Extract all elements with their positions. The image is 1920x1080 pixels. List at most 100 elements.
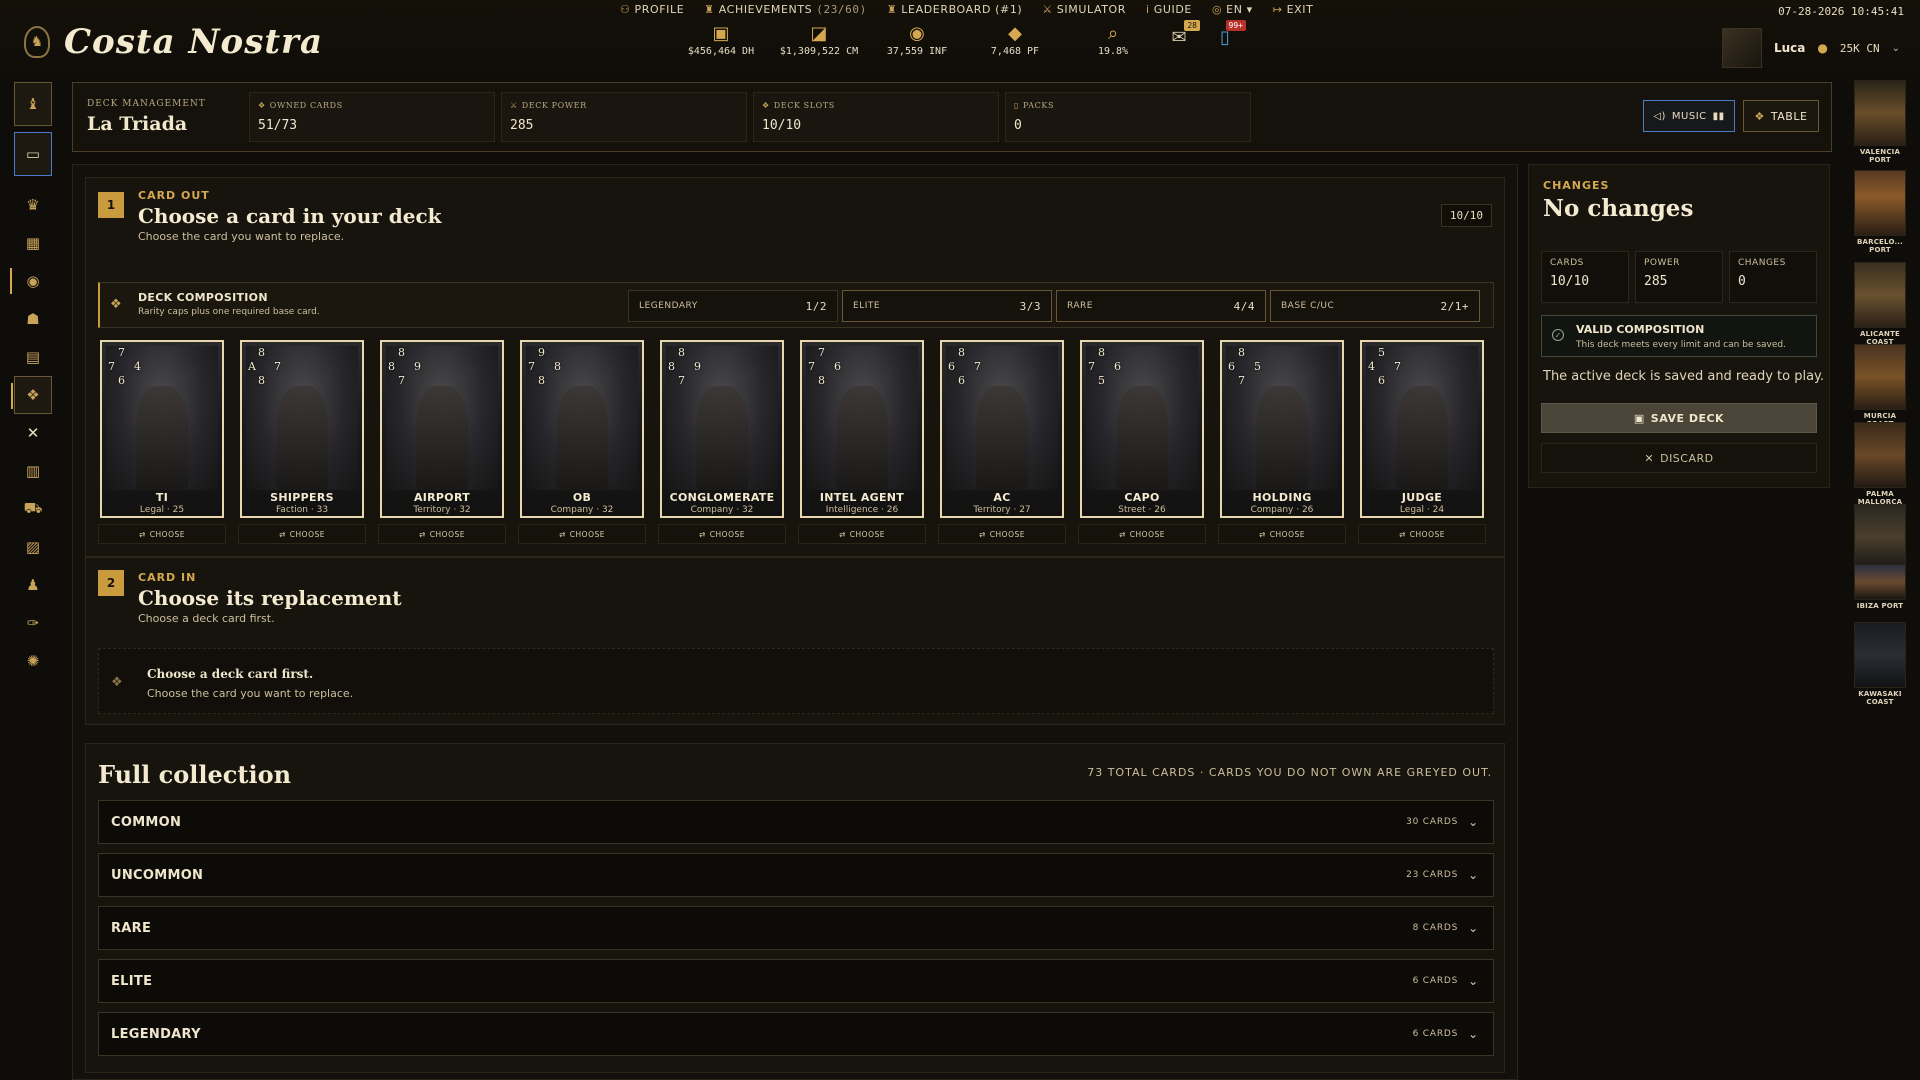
nav-guide[interactable]: ⅰ GUIDE — [1146, 3, 1192, 16]
rarity-row-elite[interactable]: ELITE 6 CARDS ⌄ — [98, 959, 1494, 1003]
music-button[interactable]: ◁) MUSIC ▮▮ — [1643, 100, 1735, 132]
choose-card-button[interactable]: ⇄ CHOOSE — [98, 524, 226, 544]
stat-label: OWNED CARDS — [269, 101, 343, 110]
cap-elite: ELITE 3/3 — [842, 290, 1052, 322]
card-name: OB — [572, 491, 592, 504]
resource-influence[interactable]: ◉ 37,559 INF — [868, 24, 966, 58]
resource-dirty-cash[interactable]: ▣ $456,464 DH — [672, 24, 770, 58]
card-in-subtitle: Choose a deck card first. — [138, 612, 275, 625]
choose-card-button[interactable]: ⇄ CHOOSE — [658, 524, 786, 544]
deck-card[interactable]: 5 4 7 6 JUDGE Legal · 24 — [1360, 340, 1484, 518]
deck-card[interactable]: 8 6 7 6 AC Territory · 27 — [940, 340, 1064, 518]
rarity-row-rare[interactable]: RARE 8 CARDS ⌄ — [98, 906, 1494, 950]
nav-simulator[interactable]: ⚔ SIMULATOR — [1042, 3, 1126, 16]
brand[interactable]: ♞ Costa Nostra — [24, 22, 323, 62]
choose-card-button[interactable]: ⇄ CHOOSE — [798, 524, 926, 544]
location-thumbnail[interactable]: VALENCIA PORT — [1854, 80, 1906, 164]
location-thumbnail[interactable]: ALICANTE COAST — [1854, 262, 1906, 346]
choose-card-button[interactable]: ⇄ CHOOSE — [1078, 524, 1206, 544]
card-stat-pip: 9 — [694, 360, 701, 373]
sidebar-item-weapons[interactable]: ✑ — [14, 604, 52, 642]
nav-leaderboard[interactable]: ♜ LEADERBOARD (#1) — [887, 3, 1023, 16]
deck-card[interactable]: 7 7 4 6 TI Legal · 25 — [100, 340, 224, 518]
card-figure — [416, 386, 468, 490]
location-thumbnail[interactable]: IBIZA PORT — [1854, 564, 1906, 610]
choose-card-button[interactable]: ⇄ CHOOSE — [378, 524, 506, 544]
sidebar-item-shop[interactable]: ▨ — [14, 528, 52, 566]
resource-value: $1,309,522 CM — [779, 46, 859, 57]
sidebar-item-crew[interactable]: ☗ — [14, 300, 52, 338]
deck-card[interactable]: 8 8 9 7 CONGLOMERATE Company · 32 — [660, 340, 784, 518]
choose-card-button[interactable]: ⇄ CHOOSE — [238, 524, 366, 544]
stat-packs: ▯ PACKS 0 — [1005, 92, 1251, 142]
collection-title: Full collection — [98, 760, 292, 789]
card-stat-pip: 7 — [808, 360, 815, 373]
location-thumbnail[interactable]: PALMA MALLORCA — [1854, 422, 1906, 506]
coin-icon: ◉ — [26, 272, 40, 290]
card-stat-pip: 8 — [818, 374, 825, 387]
save-deck-button[interactable]: ▣ SAVE DECK — [1541, 403, 1817, 433]
location-thumbnail[interactable]: KAWASAKI COAST — [1854, 622, 1906, 706]
table-button[interactable]: ❖ TABLE — [1743, 100, 1819, 132]
deck-card[interactable]: 8 7 6 5 CAPO Street · 26 — [1080, 340, 1204, 518]
sidebar-item-deck[interactable]: ❖ — [11, 376, 52, 414]
location-thumbnail[interactable]: MURCIA COAST — [1854, 344, 1906, 428]
deck-card[interactable]: 7 7 6 8 INTEL AGENT Intelligence · 26 — [800, 340, 924, 518]
sidebar-item-vehicles[interactable]: ⛟ — [14, 490, 52, 528]
rarity-row-legendary[interactable]: LEGENDARY 6 CARDS ⌄ — [98, 1012, 1494, 1056]
choose-card-button[interactable]: ⇄ CHOOSE — [1358, 524, 1486, 544]
location-label: VALENCIA PORT — [1859, 148, 1901, 164]
card-name: AIRPORT — [413, 491, 471, 504]
rarity-name: LEGENDARY — [111, 1026, 201, 1042]
sidebar-item-documents[interactable]: ▤ — [14, 338, 52, 376]
sidebar-item-buildings[interactable]: ▥ — [14, 452, 52, 490]
crew-icon: ☗ — [26, 310, 40, 328]
sidebar-item-battle[interactable]: ✕ — [14, 414, 52, 452]
save-icon: ▣ — [1633, 411, 1645, 425]
sidebar-item-agent[interactable]: ♟ — [14, 566, 52, 604]
choose-card-button[interactable]: ⇄ CHOOSE — [1218, 524, 1346, 544]
choose-card-button[interactable]: ⇄ CHOOSE — [938, 524, 1066, 544]
deck-header: DECK MANAGEMENT La Triada ❖ OWNED CARDS 5… — [72, 82, 1832, 152]
nav-language[interactable]: ◎ EN ▾ — [1212, 3, 1253, 16]
card-figure — [1116, 386, 1168, 490]
sidebar-character-button[interactable]: ♝ — [14, 82, 52, 126]
rarity-name: UNCOMMON — [111, 867, 204, 883]
discard-button[interactable]: ✕ DISCARD — [1541, 443, 1817, 473]
deck-card[interactable]: 9 7 8 8 OB Company · 32 — [520, 340, 644, 518]
rarity-count: 23 CARDS — [1406, 870, 1459, 880]
cap-base: BASE C/UC 2/1+ — [1270, 290, 1480, 322]
choose-card-button[interactable]: ⇄ CHOOSE — [518, 524, 646, 544]
card-stat-pip: 9 — [538, 346, 545, 359]
card-name: INTEL AGENT — [819, 491, 905, 504]
rarity-row-common[interactable]: COMMON 30 CARDS ⌄ — [98, 800, 1494, 844]
deck-card[interactable]: 8 8 9 7 AIRPORT Territory · 32 — [380, 340, 504, 518]
swap-icon: ⇄ — [979, 529, 986, 539]
mail-button[interactable]: ✉ 28 — [1166, 20, 1200, 52]
card-type-power: Legal · 25 — [139, 505, 185, 515]
nav-achievements[interactable]: ♜ ACHIEVEMENTS (23/60) — [704, 3, 867, 16]
nav-profile[interactable]: ⚇ PROFILE — [620, 3, 684, 16]
resource-power[interactable]: ◆ 7,468 PF — [966, 24, 1064, 58]
stat-label: PACKS — [1023, 101, 1055, 110]
main-panel: 1 CARD OUT Choose a card in your deck Ch… — [72, 164, 1518, 1080]
sidebar-chat-button[interactable]: ▭ — [14, 132, 52, 176]
card-stat-pip: 7 — [108, 360, 115, 373]
sidebar-item-settings[interactable]: ✺ — [14, 642, 52, 680]
user-menu[interactable]: Luca ● 25K CN ⌄ — [1721, 28, 1900, 68]
swap-icon: ⇄ — [839, 529, 846, 539]
deck-card[interactable]: 8 A 7 8 SHIPPERS Faction · 33 — [240, 340, 364, 518]
rarity-row-uncommon[interactable]: UNCOMMON 23 CARDS ⌄ — [98, 853, 1494, 897]
location-thumbnail[interactable]: BARCELO... PORT — [1854, 170, 1906, 254]
phone-button[interactable]: ▯ 99+ — [1212, 20, 1246, 52]
resource-heat[interactable]: ⌕ 19.8% — [1064, 24, 1162, 58]
sidebar-item-crown[interactable]: ♛ — [14, 186, 52, 224]
deck-card[interactable]: 8 6 5 7 HOLDING Company · 26 — [1220, 340, 1344, 518]
resource-value: $456,464 DH — [687, 46, 755, 57]
sidebar-item-coins[interactable]: ◉ — [10, 262, 52, 300]
avatar — [1721, 28, 1762, 68]
sidebar-item-map[interactable]: ▦ — [14, 224, 52, 262]
nav-exit[interactable]: ↦ EXIT — [1273, 3, 1314, 16]
nav-guide-label: GUIDE — [1153, 3, 1192, 16]
resource-clean-money[interactable]: ◪ $1,309,522 CM — [770, 24, 868, 58]
